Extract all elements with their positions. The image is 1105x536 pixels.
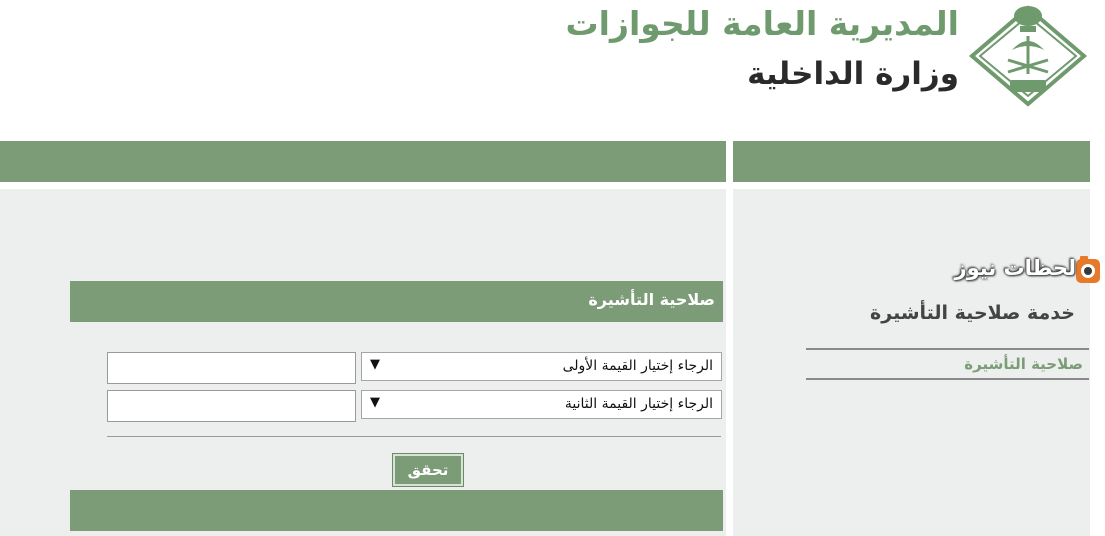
second-value-select[interactable]: الرجاء إختيار القيمة الثانية ▼: [361, 390, 722, 419]
dropdown-arrow-icon: ▼: [370, 357, 380, 372]
first-value-select[interactable]: الرجاء إختيار القيمة الأولى ▼: [361, 352, 722, 381]
first-select-label: الرجاء إختيار القيمة الأولى: [562, 358, 713, 374]
directorate-title: المديرية العامة للجوازات: [565, 4, 959, 43]
main-top-bar: [0, 141, 726, 182]
ministry-subtitle: وزارة الداخلية: [747, 56, 959, 92]
column-gutter: [726, 141, 733, 536]
emblem-icon: [968, 5, 1088, 107]
form-footer-bar: [70, 490, 723, 531]
form-divider: [107, 436, 721, 437]
first-value-input[interactable]: [107, 352, 356, 384]
second-value-input[interactable]: [107, 390, 356, 422]
watermark: لحظات نيوز: [942, 253, 1102, 287]
service-heading: خدمة صلاحية التأشيرة: [870, 302, 1075, 324]
sidebar-divider-top: [806, 348, 1089, 350]
sidebar-divider-bottom: [806, 378, 1089, 380]
verify-button[interactable]: تحقق: [393, 454, 463, 486]
sidebar-top-bar: [733, 141, 1091, 182]
right-margin: [1090, 141, 1105, 536]
watermark-text: لحظات نيوز: [954, 256, 1077, 280]
form-section-title: صلاحية التأشيرة: [588, 290, 715, 309]
camera-logo-icon: [1076, 256, 1100, 283]
visa-validity-link[interactable]: صلاحية التأشيرة: [964, 355, 1083, 373]
form-section-header: صلاحية التأشيرة: [70, 281, 723, 322]
dropdown-arrow-icon: ▼: [370, 395, 380, 410]
second-select-label: الرجاء إختيار القيمة الثانية: [564, 396, 713, 412]
